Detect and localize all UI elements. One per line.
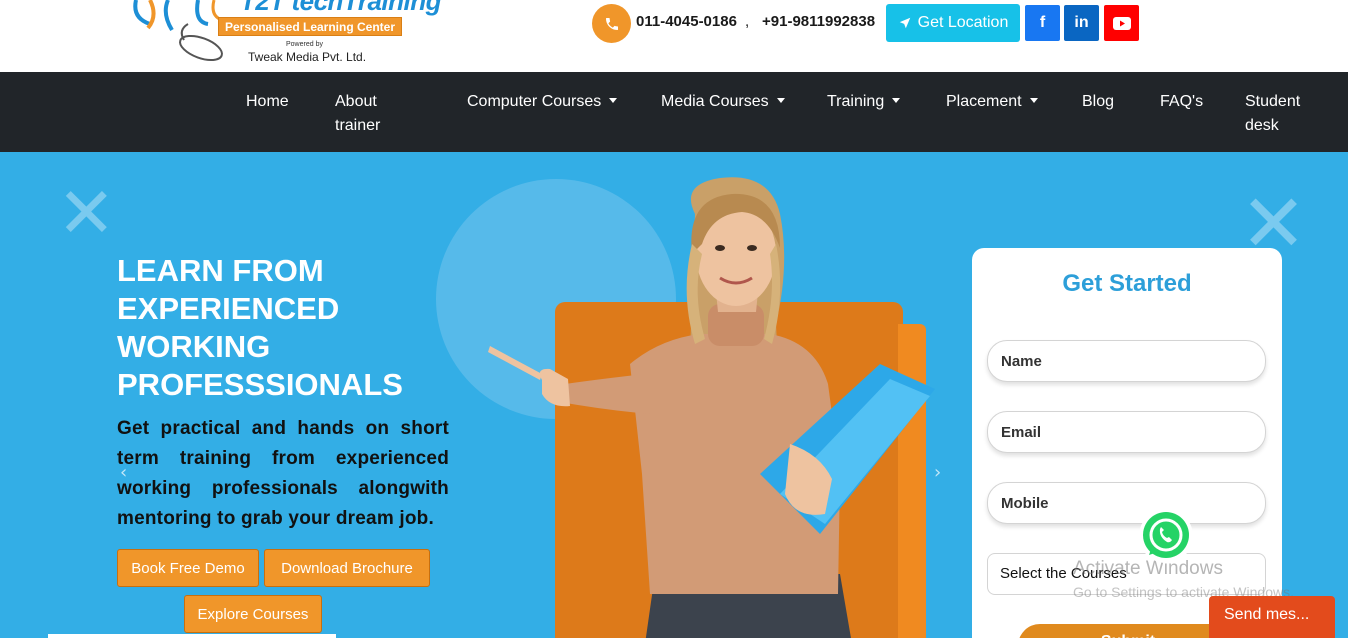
explore-courses-button[interactable]: Explore Courses [184, 595, 322, 633]
phone-number-2[interactable]: +91-9811992838 [762, 13, 875, 30]
hero-person-image [488, 177, 935, 638]
nav-computer-courses-label: Computer Courses [467, 93, 602, 110]
facebook-icon[interactable]: f [1025, 5, 1060, 41]
nav-about-trainer[interactable]: About trainer [335, 90, 380, 138]
nav-blog[interactable]: Blog [1082, 90, 1114, 114]
bottom-divider [48, 634, 336, 638]
main-navbar: Home About trainer Computer Courses Medi… [0, 72, 1348, 152]
site-logo[interactable]: T2T techTraining Personalised Learning C… [128, 0, 442, 72]
youtube-play-icon [1112, 16, 1131, 30]
logo-company: Tweak Media Pvt. Ltd. [248, 50, 367, 64]
get-location-button[interactable]: Get Location [886, 4, 1020, 42]
carousel-prev-icon[interactable]: ‹ [120, 462, 127, 483]
nav-faqs-label: FAQ's [1160, 93, 1204, 110]
nav-student-label: Student [1245, 93, 1301, 110]
logo-graphic [133, 0, 223, 62]
decorative-x-icon: ✕ [57, 172, 116, 254]
download-brochure-button[interactable]: Download Brochure [264, 549, 430, 587]
nav-blog-label: Blog [1082, 93, 1115, 110]
linkedin-icon[interactable]: in [1064, 5, 1099, 41]
nav-training-label: Training [827, 93, 885, 110]
mobile-input[interactable] [987, 482, 1266, 524]
nav-about-label: About [335, 93, 377, 110]
book-free-demo-button[interactable]: Book Free Demo [117, 549, 259, 587]
chevron-down-icon [1029, 98, 1038, 103]
nav-student-label-2: desk [1245, 117, 1279, 134]
send-message-button[interactable]: Send mes... [1209, 596, 1335, 638]
nav-home[interactable]: Home [246, 90, 289, 114]
form-title: Get Started [1062, 270, 1192, 297]
chevron-down-icon [776, 98, 785, 103]
nav-media-courses-label: Media Courses [661, 93, 769, 110]
location-arrow-icon [899, 17, 910, 29]
top-bar: T2T techTraining Personalised Learning C… [0, 0, 1348, 72]
whatsapp-icon[interactable] [1137, 507, 1195, 565]
nav-student-desk[interactable]: Student desk [1245, 90, 1300, 138]
facebook-glyph: f [1039, 14, 1046, 31]
nav-faqs[interactable]: FAQ's [1160, 90, 1203, 114]
linkedin-glyph: in [1074, 14, 1089, 31]
logo-powered-by: Powered by [286, 41, 323, 48]
nav-placement-label: Placement [946, 93, 1022, 110]
phone-separator: , [745, 13, 750, 30]
nav-computer-courses[interactable]: Computer Courses [467, 90, 618, 114]
logo-tagline: Personalised Learning Center [218, 17, 402, 36]
chevron-down-icon [609, 98, 618, 103]
hero-headline: LEARN FROM EXPERIENCED WORKING PROFESSSI… [117, 253, 403, 402]
chevron-down-icon [892, 98, 901, 103]
name-input[interactable] [987, 340, 1266, 382]
youtube-icon[interactable] [1104, 5, 1139, 41]
nav-training[interactable]: Training [827, 90, 901, 114]
nav-placement[interactable]: Placement [946, 90, 1038, 114]
phone-icon [592, 4, 631, 43]
phone-number-1[interactable]: 011-4045-0186 [636, 13, 737, 30]
submit-button[interactable]: Submit [1018, 624, 1238, 638]
nav-about-label-2: trainer [335, 117, 381, 134]
get-location-label: Get Location [917, 14, 1009, 31]
logo-brand-text: T2T techTraining [240, 0, 442, 16]
email-input[interactable] [987, 411, 1266, 453]
nav-home-label: Home [246, 93, 289, 110]
nav-media-courses[interactable]: Media Courses [661, 90, 785, 114]
hero-subtext: Get practical and hands on short term tr… [117, 418, 449, 529]
carousel-next-icon[interactable]: › [934, 462, 941, 483]
